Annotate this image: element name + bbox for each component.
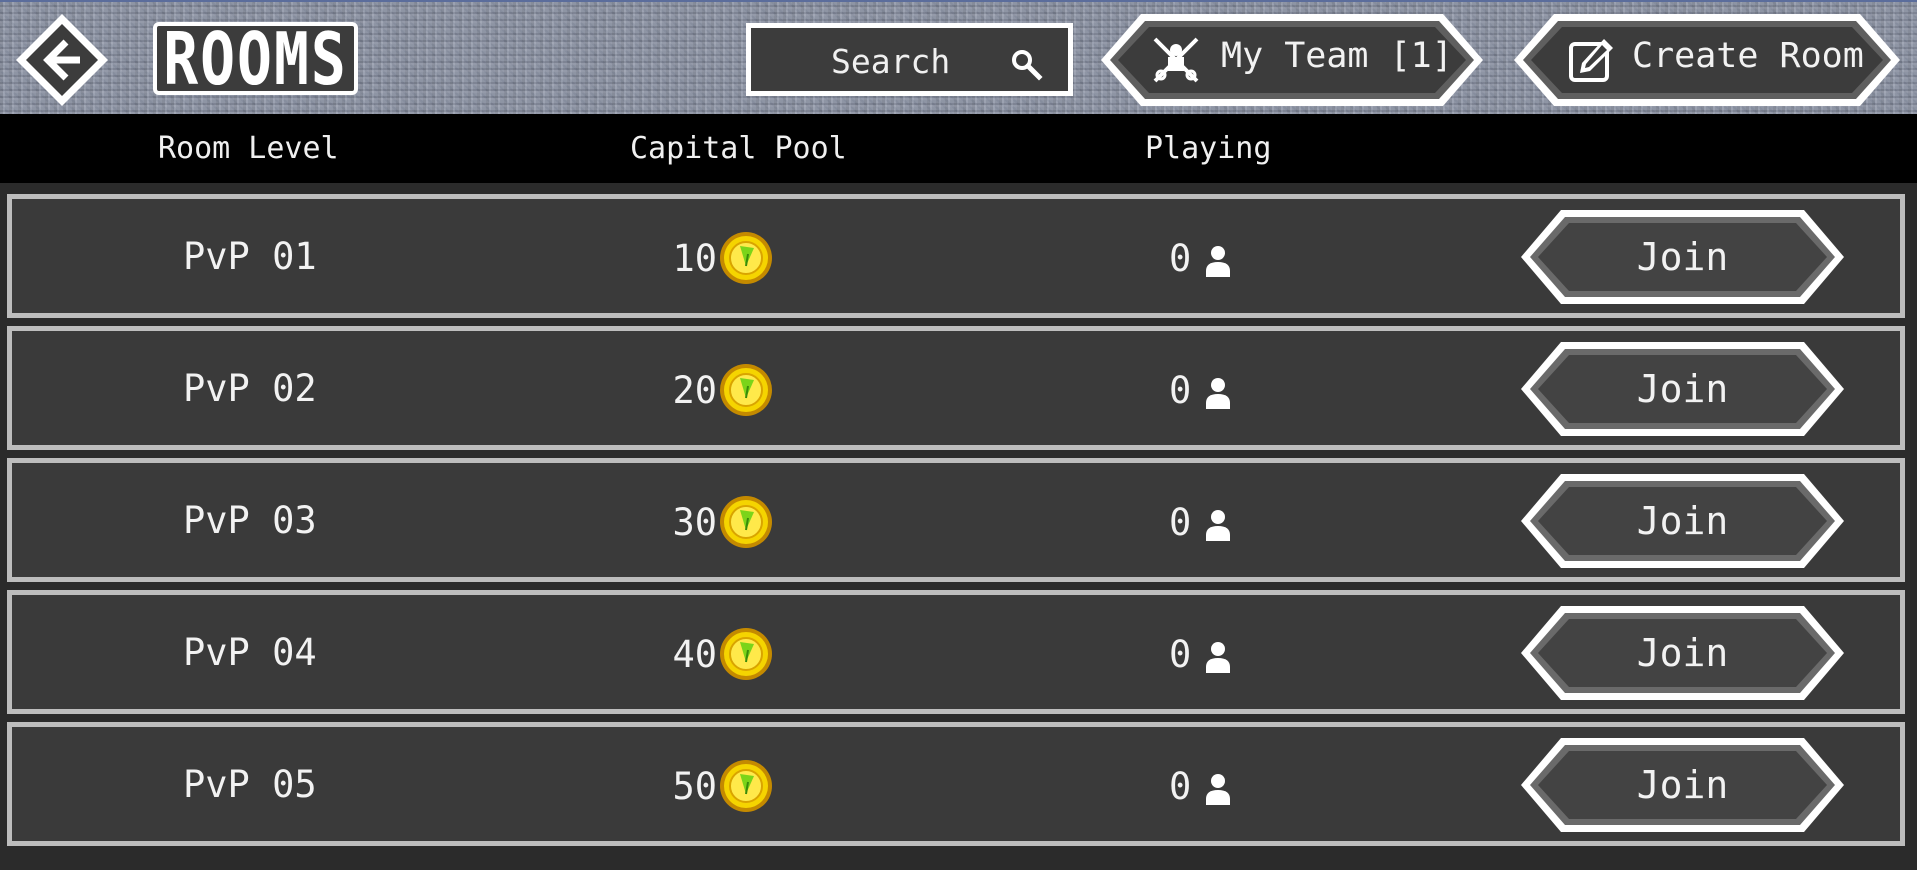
coin-icon <box>720 364 772 416</box>
player-icon <box>1206 642 1230 673</box>
player-icon <box>1206 510 1230 541</box>
join-label: Join <box>1636 235 1729 279</box>
coin-icon <box>720 628 772 680</box>
join-button[interactable]: Join <box>1519 604 1846 702</box>
crossed-swords-player-icon <box>1153 37 1199 83</box>
capital-pool-value: 40 <box>672 633 717 676</box>
playing-count: 0 <box>1169 369 1192 412</box>
page-title: ROOMS <box>153 22 358 95</box>
search-icon <box>1012 50 1043 81</box>
room-level: PvP 03 <box>183 499 317 542</box>
edit-icon <box>1569 39 1613 82</box>
search-label: Search <box>831 42 951 81</box>
room-level: PvP 05 <box>183 763 317 806</box>
room-level: PvP 04 <box>183 631 317 674</box>
playing-count: 0 <box>1169 765 1192 808</box>
capital-pool-value: 20 <box>672 369 717 412</box>
join-label: Join <box>1636 763 1729 807</box>
player-icon <box>1206 246 1230 277</box>
coin-icon <box>720 232 772 284</box>
page-title-text: ROOMS <box>163 16 348 101</box>
create-room-button[interactable]: Create Room <box>1512 12 1902 108</box>
back-arrow-icon <box>16 14 108 106</box>
table-row: PvP 04 40 0 Join <box>7 590 1905 714</box>
table-row: PvP 01 10 0 Join <box>7 194 1905 318</box>
table-header: Room Level Capital Pool Playing <box>0 114 1917 183</box>
join-label: Join <box>1636 367 1729 411</box>
join-button[interactable]: Join <box>1519 208 1846 306</box>
coin-icon <box>720 760 772 812</box>
playing-count: 0 <box>1169 237 1192 280</box>
room-level: PvP 01 <box>183 235 317 278</box>
table-row: PvP 05 50 0 Join <box>7 722 1905 846</box>
search-input[interactable]: Search <box>746 23 1073 96</box>
player-icon <box>1206 774 1230 805</box>
table-row: PvP 03 30 0 Join <box>7 458 1905 582</box>
column-header-room-level: Room Level <box>158 131 339 166</box>
my-team-button[interactable]: My Team [1] <box>1099 12 1485 108</box>
column-header-playing: Playing <box>1145 131 1272 166</box>
room-level: PvP 02 <box>183 367 317 410</box>
coin-icon <box>720 496 772 548</box>
join-label: Join <box>1636 499 1729 543</box>
join-button[interactable]: Join <box>1519 340 1846 438</box>
table-row: PvP 02 20 0 Join <box>7 326 1905 450</box>
top-bar: ROOMS Search My Team [1] Create Room <box>0 0 1917 114</box>
player-icon <box>1206 378 1230 409</box>
my-team-label: My Team [1] <box>1221 36 1453 76</box>
create-room-label: Create Room <box>1632 36 1864 76</box>
join-button[interactable]: Join <box>1519 472 1846 570</box>
capital-pool-value: 10 <box>672 237 717 280</box>
column-header-capital-pool: Capital Pool <box>630 131 847 166</box>
back-button[interactable] <box>14 12 110 108</box>
join-button[interactable]: Join <box>1519 736 1846 834</box>
playing-count: 0 <box>1169 501 1192 544</box>
join-label: Join <box>1636 631 1729 675</box>
capital-pool-value: 30 <box>672 501 717 544</box>
playing-count: 0 <box>1169 633 1192 676</box>
capital-pool-value: 50 <box>672 765 717 808</box>
